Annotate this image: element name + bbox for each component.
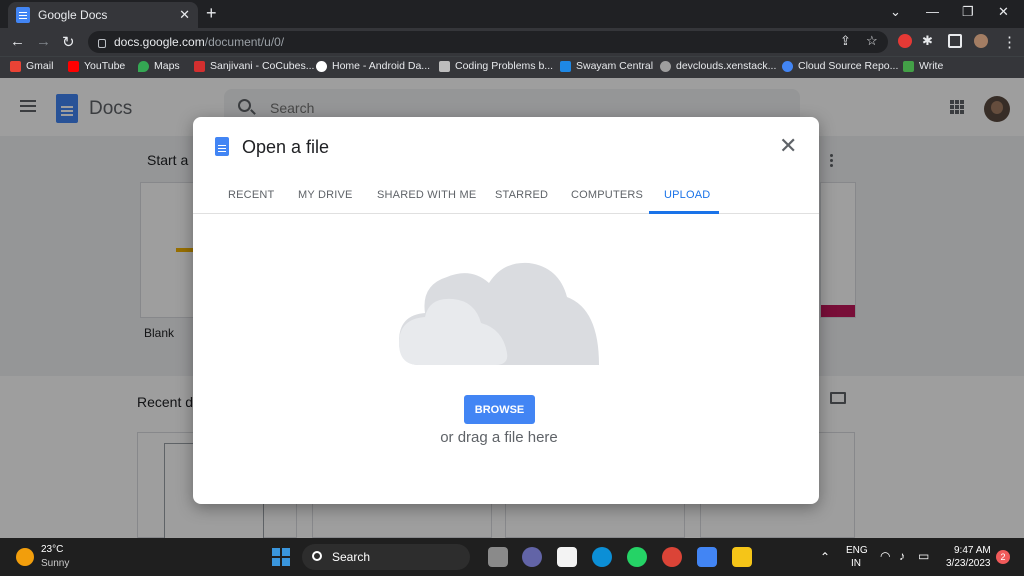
- tab-my-drive[interactable]: MY DRIVE: [298, 189, 353, 201]
- new-tab-icon[interactable]: +: [206, 3, 217, 24]
- tray-chevron-up-icon[interactable]: ⌃: [820, 550, 830, 564]
- share-icon[interactable]: ⇪: [840, 33, 851, 49]
- tab-upload[interactable]: UPLOAD: [664, 189, 710, 201]
- extension-red-icon[interactable]: [898, 34, 912, 48]
- bookmark-cloud-source[interactable]: Cloud Source Repo...: [782, 60, 898, 72]
- cloud-upload-icon: [399, 262, 599, 365]
- close-icon[interactable]: ✕: [779, 135, 797, 157]
- microsoft-store-icon[interactable]: [557, 547, 577, 567]
- gmail-icon: [10, 60, 21, 72]
- cocubes-icon: [194, 60, 205, 72]
- bookmark-maps[interactable]: Maps: [138, 60, 180, 72]
- url-path: /document/u/0/: [204, 35, 285, 49]
- forward-icon[interactable]: →: [36, 33, 51, 50]
- browser-tab-bar: Google Docs ✕ + ⌄ — ❐ ✕: [0, 0, 1024, 28]
- minimize-icon[interactable]: —: [926, 4, 939, 19]
- cloud-source-icon: [782, 60, 793, 72]
- maps-icon: [138, 60, 149, 72]
- browse-button[interactable]: BROWSE: [464, 395, 535, 424]
- language-indicator[interactable]: ENG: [846, 545, 868, 556]
- address-bar[interactable]: docs.google.com/document/u/0/: [88, 31, 888, 53]
- lock-icon: [98, 38, 106, 48]
- tab-title: Google Docs: [38, 8, 108, 22]
- bookmark-sanjivani[interactable]: Sanjivani - CoCubes...: [194, 60, 314, 72]
- bookmark-youtube[interactable]: YouTube: [68, 60, 125, 72]
- tab-starred[interactable]: STARRED: [495, 189, 548, 201]
- volume-icon[interactable]: ♪: [899, 549, 905, 563]
- bookmark-coding-problems[interactable]: Coding Problems b...: [439, 60, 553, 72]
- sidebar-icon[interactable]: [948, 34, 962, 48]
- clock-date[interactable]: 3/23/2023: [946, 558, 991, 569]
- bookmark-star-icon[interactable]: ☆: [866, 33, 878, 49]
- teams-chat-icon[interactable]: [522, 547, 542, 567]
- sun-icon[interactable]: [16, 548, 34, 566]
- youtube-icon: [68, 60, 79, 72]
- weather-condition[interactable]: Sunny: [41, 558, 69, 569]
- tab-shared-with-me[interactable]: SHARED WITH ME: [377, 189, 476, 201]
- bookmark-write[interactable]: Write: [903, 60, 943, 72]
- notepad-icon[interactable]: [697, 547, 717, 567]
- browser-tab-google-docs[interactable]: Google Docs ✕: [8, 2, 198, 28]
- back-icon[interactable]: ←: [10, 33, 25, 50]
- browser-toolbar: ← → ↻ docs.google.com/document/u/0/ ⇪ ☆ …: [0, 28, 1024, 56]
- close-window-icon[interactable]: ✕: [998, 4, 1009, 20]
- clock-time[interactable]: 9:47 AM: [954, 545, 991, 556]
- coding-icon: [439, 60, 450, 72]
- docs-favicon-icon: [16, 7, 30, 23]
- chevron-down-icon[interactable]: ⌄: [890, 4, 901, 20]
- dialog-title: Open a file: [242, 137, 330, 157]
- extensions-puzzle-icon[interactable]: ✱: [922, 33, 933, 49]
- whatsapp-icon[interactable]: [627, 547, 647, 567]
- file-source-tabs: RECENT MY DRIVE SHARED WITH ME STARRED C…: [193, 177, 819, 214]
- bookmarks-bar: Gmail YouTube Maps Sanjivani - CoCubes..…: [0, 56, 1024, 78]
- bookmark-swayam[interactable]: Swayam Central: [560, 60, 653, 72]
- tab-recent[interactable]: RECENT: [228, 189, 274, 201]
- edge-browser-icon[interactable]: [592, 547, 612, 567]
- windows-taskbar: 23°C Sunny Search ⌃ ENG IN ◠ ♪ ▭ 9:47 AM…: [0, 538, 1024, 576]
- profile-avatar-icon[interactable]: [974, 34, 988, 48]
- weather-temperature[interactable]: 23°C: [41, 544, 63, 555]
- taskbar-search[interactable]: Search: [302, 544, 470, 570]
- notification-badge[interactable]: 2: [996, 550, 1010, 564]
- taskbar-search-label: Search: [332, 550, 371, 564]
- battery-icon[interactable]: ▭: [918, 549, 929, 563]
- task-view-icon[interactable]: [488, 547, 508, 567]
- close-tab-icon[interactable]: ✕: [179, 7, 190, 23]
- active-tab-indicator: [649, 211, 719, 214]
- chrome-icon[interactable]: [662, 547, 682, 567]
- search-icon: [312, 551, 322, 561]
- menu-kebab-icon[interactable]: ⋮: [1002, 33, 1017, 51]
- docs-file-icon: [215, 137, 229, 156]
- wifi-icon[interactable]: ◠: [880, 549, 890, 563]
- write-icon: [903, 60, 914, 72]
- region-indicator[interactable]: IN: [851, 558, 861, 569]
- drag-file-hint: or drag a file here: [440, 429, 558, 446]
- reload-icon[interactable]: ↻: [62, 33, 75, 51]
- restore-icon[interactable]: ❐: [962, 4, 974, 20]
- bookmark-gmail[interactable]: Gmail: [10, 60, 53, 72]
- url-host: docs.google.com: [114, 35, 205, 49]
- open-file-dialog: Open a file ✕ RECENT MY DRIVE SHARED WIT…: [193, 117, 819, 504]
- windows-start-icon[interactable]: [272, 548, 280, 556]
- bookmark-devclouds[interactable]: devclouds.xenstack...: [660, 60, 776, 72]
- google-icon: [316, 60, 327, 72]
- bookmark-android[interactable]: Home - Android Da...: [316, 60, 430, 72]
- swayam-icon: [560, 60, 571, 72]
- globe-icon: [660, 60, 671, 72]
- file-explorer-icon[interactable]: [732, 547, 752, 567]
- tab-computers[interactable]: COMPUTERS: [571, 189, 643, 201]
